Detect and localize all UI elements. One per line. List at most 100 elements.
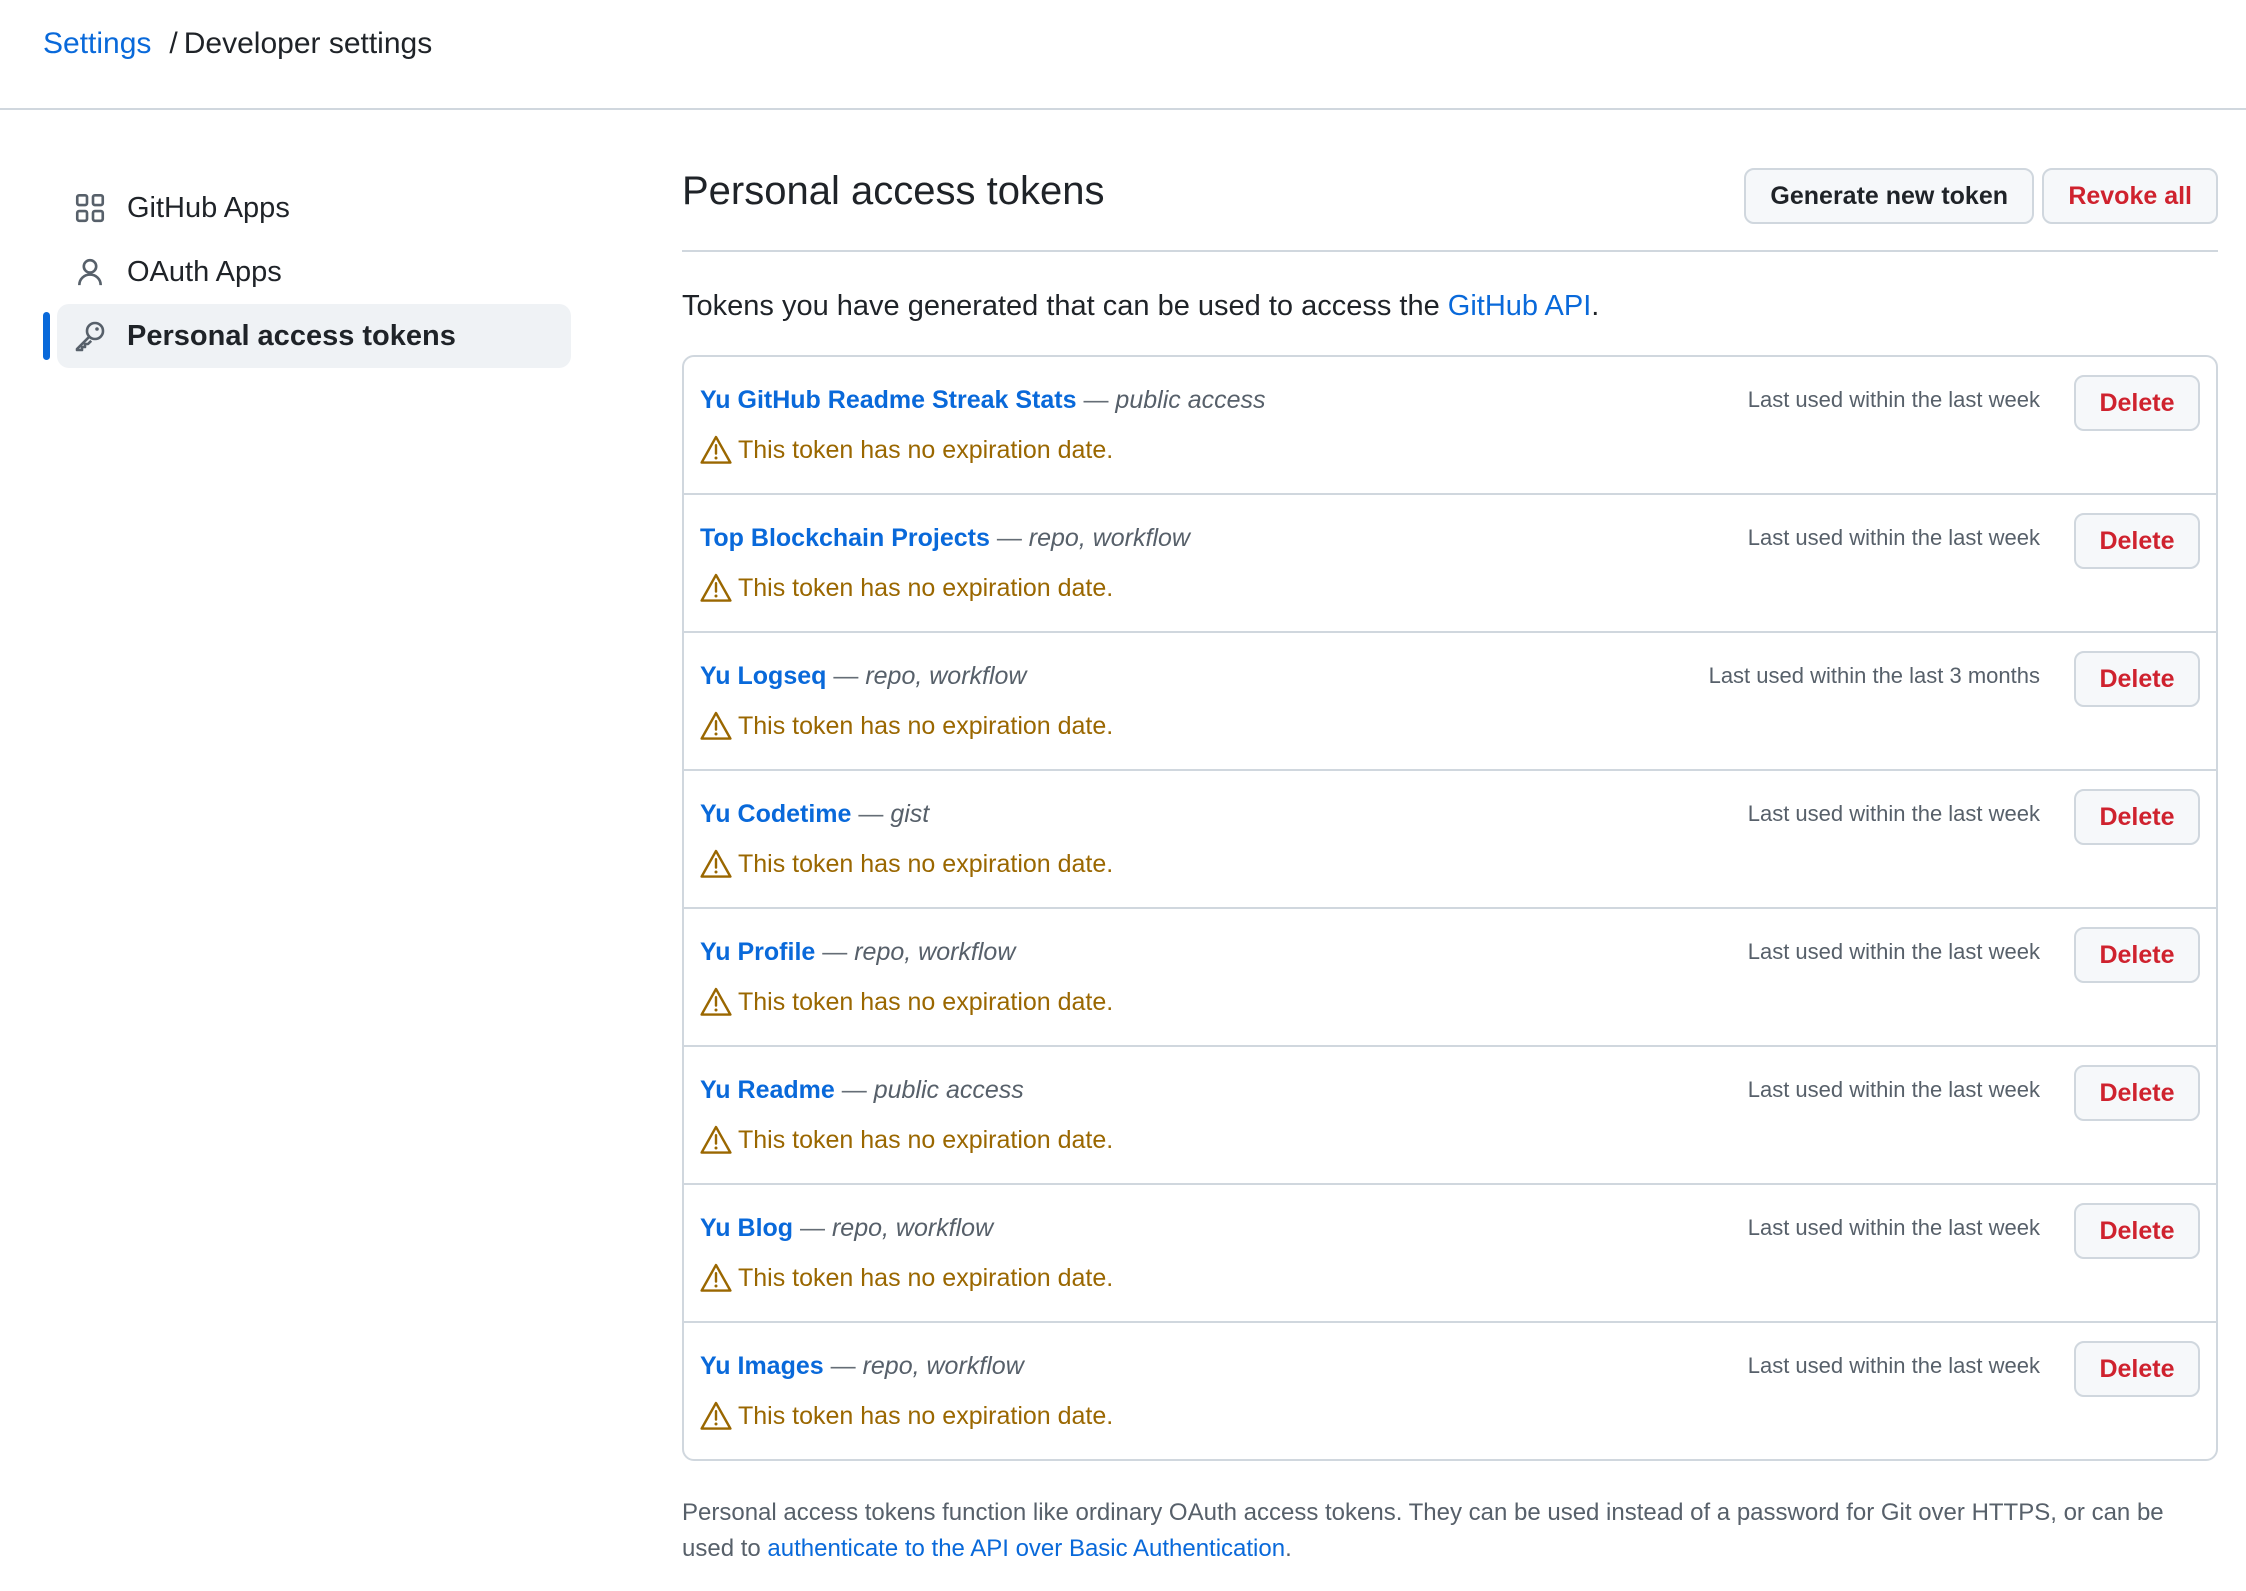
generate-new-token-button[interactable]: Generate new token [1744, 168, 2034, 224]
alert-icon [700, 434, 732, 466]
apps-grid-icon [73, 191, 107, 225]
token-warning: This token has no expiration date. [700, 709, 1113, 743]
token-row: Yu GitHub Readme Streak Stats — public a… [684, 357, 2216, 493]
person-icon [73, 255, 107, 289]
delete-token-button[interactable]: Delete [2074, 1203, 2200, 1259]
token-warning: This token has no expiration date. [700, 433, 1113, 467]
sidebar-nav: GitHub Apps OAuth Apps Personal access t… [43, 176, 571, 368]
token-dash: — [1083, 386, 1109, 414]
sidebar-item-label: Personal access tokens [127, 319, 456, 352]
token-title: Yu Blog — repo, workflow [700, 1211, 993, 1245]
token-warning-text: This token has no expiration date. [738, 850, 1114, 878]
intro-text: Tokens you have generated that can be us… [682, 286, 2218, 326]
alert-icon [700, 986, 732, 1018]
breadcrumb-settings-link[interactable]: Settings [43, 27, 151, 60]
alert-icon [700, 572, 732, 604]
token-name-link[interactable]: Yu Blog [700, 1214, 793, 1242]
token-last-used: Last used within the last week [1747, 1353, 2040, 1378]
token-last-used: Last used within the last week [1747, 939, 2040, 964]
token-warning-text: This token has no expiration date. [738, 988, 1114, 1016]
token-last-used: Last used within the last week [1747, 1077, 2040, 1102]
delete-token-button[interactable]: Delete [2074, 927, 2200, 983]
page-header: Personal access tokens Generate new toke… [682, 160, 2218, 252]
token-row: Yu Readme — public access This token has… [684, 1045, 2216, 1183]
token-scopes: repo, workflow [862, 1352, 1024, 1380]
page-title: Personal access tokens [682, 169, 1105, 213]
breadcrumb: Settings / Developer settings [43, 24, 432, 64]
token-name-link[interactable]: Top Blockchain Projects [700, 524, 990, 552]
basic-auth-link[interactable]: authenticate to the API over Basic Authe… [767, 1535, 1285, 1562]
token-name-link[interactable]: Yu GitHub Readme Streak Stats [700, 386, 1077, 414]
token-name-link[interactable]: Yu Profile [700, 938, 815, 966]
token-name-link[interactable]: Yu Images [700, 1352, 824, 1380]
token-warning: This token has no expiration date. [700, 847, 1113, 881]
token-name-link[interactable]: Yu Codetime [700, 800, 851, 828]
top-bar: Settings / Developer settings [0, 0, 2246, 110]
token-scopes: repo, workflow [831, 1214, 994, 1242]
token-warning-text: This token has no expiration date. [738, 1402, 1114, 1430]
token-title: Yu Profile — repo, workflow [700, 935, 1015, 969]
delete-token-button[interactable]: Delete [2074, 513, 2200, 569]
intro-suffix: . [1591, 290, 1600, 322]
token-dash: — [858, 800, 884, 828]
alert-icon [700, 848, 732, 880]
token-warning-text: This token has no expiration date. [738, 436, 1114, 464]
token-warning: This token has no expiration date. [700, 1123, 1113, 1157]
sidebar-item-github-apps[interactable]: GitHub Apps [43, 176, 571, 240]
main-content: Personal access tokens Generate new toke… [682, 160, 2218, 1591]
alert-icon [700, 1124, 732, 1156]
sidebar-item-oauth-apps[interactable]: OAuth Apps [43, 240, 571, 304]
token-last-used: Last used within the last week [1747, 1215, 2040, 1240]
token-title: Yu Logseq — repo, workflow [700, 659, 1026, 693]
token-last-used: Last used within the last week [1747, 525, 2040, 550]
delete-token-button[interactable]: Delete [2074, 1065, 2200, 1121]
token-dash: — [833, 662, 859, 690]
sidebar-item-personal-access-tokens[interactable]: Personal access tokens [43, 304, 571, 368]
token-last-used: Last used within the last week [1747, 387, 2040, 412]
token-last-used: Last used within the last 3 months [1708, 663, 2040, 688]
sidebar-item-label: GitHub Apps [127, 191, 290, 224]
token-name-link[interactable]: Yu Logseq [700, 662, 826, 690]
intro-prefix: Tokens you have generated that can be us… [682, 290, 1448, 322]
token-title: Top Blockchain Projects — repo, workflow [700, 521, 1190, 555]
alert-icon [700, 1262, 732, 1294]
token-scopes: repo, workflow [865, 662, 1027, 690]
token-warning: This token has no expiration date. [700, 571, 1113, 605]
token-title: Yu Readme — public access [700, 1073, 1024, 1107]
token-dash: — [996, 524, 1022, 552]
token-list: Yu GitHub Readme Streak Stats — public a… [682, 355, 2218, 1461]
token-warning: This token has no expiration date. [700, 1261, 1113, 1295]
token-warning: This token has no expiration date. [700, 985, 1113, 1019]
alert-icon [700, 710, 732, 742]
delete-token-button[interactable]: Delete [2074, 1341, 2200, 1397]
token-name-link[interactable]: Yu Readme [700, 1076, 835, 1104]
token-row: Yu Blog — repo, workflow This token has … [684, 1183, 2216, 1321]
token-last-used: Last used within the last week [1747, 801, 2040, 826]
token-row: Yu Logseq — repo, workflow This token ha… [684, 631, 2216, 769]
alert-icon [700, 1400, 732, 1432]
token-warning-text: This token has no expiration date. [738, 712, 1114, 740]
token-dash: — [841, 1076, 867, 1104]
sidebar-item-label: OAuth Apps [127, 255, 282, 288]
token-warning-text: This token has no expiration date. [738, 1126, 1114, 1154]
token-scopes: public access [1115, 386, 1266, 414]
token-row: Yu Images — repo, workflow This token ha… [684, 1321, 2216, 1459]
token-warning: This token has no expiration date. [700, 1399, 1113, 1433]
delete-token-button[interactable]: Delete [2074, 375, 2200, 431]
token-warning-text: This token has no expiration date. [738, 574, 1114, 602]
token-row: Top Blockchain Projects — repo, workflow… [684, 493, 2216, 631]
token-row: Yu Profile — repo, workflow This token h… [684, 907, 2216, 1045]
token-scopes: repo, workflow [1028, 524, 1190, 552]
delete-token-button[interactable]: Delete [2074, 651, 2200, 707]
token-dash: — [830, 1352, 856, 1380]
breadcrumb-separator: / [169, 27, 178, 60]
delete-token-button[interactable]: Delete [2074, 789, 2200, 845]
token-title: Yu GitHub Readme Streak Stats — public a… [700, 383, 1266, 417]
github-api-link[interactable]: GitHub API [1448, 290, 1591, 322]
token-dash: — [800, 1214, 826, 1242]
token-dash: — [822, 938, 848, 966]
breadcrumb-current: Developer settings [183, 27, 433, 60]
token-scopes: repo, workflow [854, 938, 1016, 966]
active-indicator [43, 312, 50, 360]
revoke-all-button[interactable]: Revoke all [2042, 168, 2218, 224]
